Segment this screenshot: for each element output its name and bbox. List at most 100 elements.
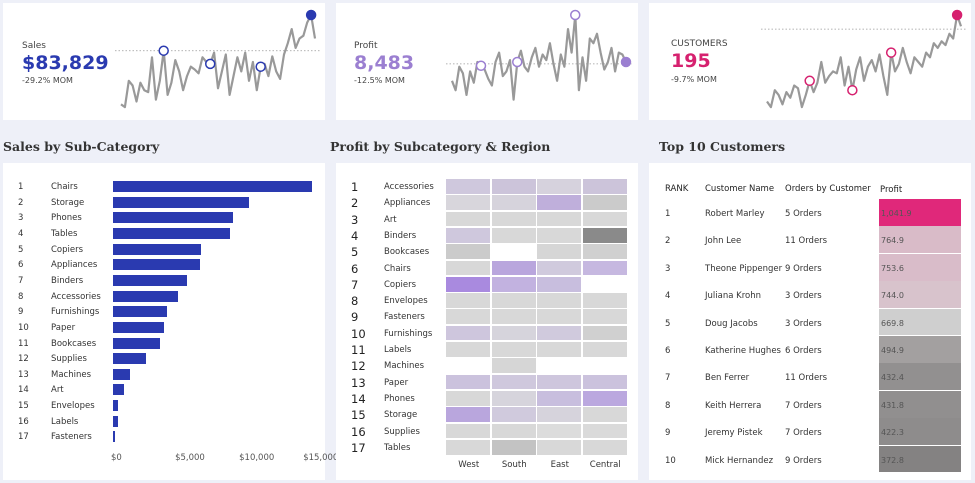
bar xyxy=(113,368,130,380)
profit-value: 432.4 xyxy=(881,373,904,383)
heatmap-cell xyxy=(491,439,536,455)
heatmap-cell xyxy=(537,244,581,259)
kpi-card-customers: CUSTOMERS 195 -9.7% MOM xyxy=(649,3,971,120)
bar-category-label: Machines xyxy=(51,369,92,380)
kpi-mom: -9.7% MOM xyxy=(671,75,717,84)
heatmap-cell xyxy=(446,227,490,243)
kpi-sparkline xyxy=(761,9,967,109)
heatmap-cell xyxy=(446,309,490,325)
customer-orders: 9 Orders xyxy=(785,455,822,466)
bar xyxy=(113,259,201,271)
heatmap-row-label: Appliances xyxy=(384,198,431,209)
bar xyxy=(113,290,179,302)
bar-rank: 17 xyxy=(18,432,29,443)
customer-rank: 4 xyxy=(665,291,671,302)
customer-orders: 6 Orders xyxy=(785,346,822,356)
heatmap-rank: 1 xyxy=(351,180,359,194)
heatmap-cell xyxy=(537,423,581,439)
bar-category-label: Fasteners xyxy=(51,432,92,443)
kpi-sparkline xyxy=(115,9,321,109)
customer-rank: 5 xyxy=(665,318,671,329)
customer-rank: 1 xyxy=(665,209,671,219)
x-axis-tick: $10,000 xyxy=(239,453,275,463)
bar-rank: 15 xyxy=(18,401,29,412)
bar xyxy=(113,384,124,396)
heatmap-cell xyxy=(582,211,627,227)
heatmap-cell xyxy=(491,358,536,374)
heatmap-cell xyxy=(582,293,627,308)
heatmap-row-label: Fasteners xyxy=(384,312,425,323)
bar xyxy=(113,181,312,192)
sparkline-marker xyxy=(512,56,523,68)
profit-value: 744.0 xyxy=(881,291,904,301)
x-axis-tick: $0 xyxy=(111,453,122,463)
bar-rank: 2 xyxy=(18,197,24,208)
heatmap-cell xyxy=(491,195,536,211)
heatmap-row-label: Art xyxy=(384,214,397,225)
top-customers-title: Top 10 Customers xyxy=(659,139,786,154)
heatmap-rank: 17 xyxy=(351,440,366,455)
kpi-value: $83,829 xyxy=(22,52,109,74)
bar-category-label: Accessories xyxy=(51,291,101,302)
sparkline-marker xyxy=(620,56,632,68)
heatmap-row-label: Chairs xyxy=(384,263,411,274)
kpi-mom: -12.5% MOM xyxy=(354,76,405,85)
heatmap-row-label: Supplies xyxy=(384,426,420,437)
heatmap-rank: 13 xyxy=(351,375,366,390)
sparkline-marker xyxy=(885,47,897,58)
heatmap-cell xyxy=(446,244,490,259)
heatmap-cell xyxy=(446,293,490,308)
heatmap-cell xyxy=(582,358,627,374)
heatmap-column-label: Central xyxy=(589,460,621,470)
heatmap-rank: 14 xyxy=(351,391,366,406)
heatmap-cell xyxy=(491,211,536,227)
bar-category-label: Paper xyxy=(51,322,76,333)
heatmap-cell xyxy=(446,423,490,439)
heatmap-rank: 12 xyxy=(351,359,366,374)
heatmap-cell xyxy=(491,179,536,194)
customer-orders: 7 Orders xyxy=(785,428,822,439)
x-axis-tick: $15,000 xyxy=(303,453,339,463)
customer-orders: 3 Orders xyxy=(785,291,822,302)
kpi-label: Profit xyxy=(354,41,378,51)
heatmap-cell xyxy=(491,227,536,243)
bar-category-label: Storage xyxy=(51,197,85,208)
heatmap-cell xyxy=(537,390,581,406)
bar xyxy=(113,196,249,208)
customer-rank: 3 xyxy=(665,263,671,274)
heatmap-cell xyxy=(491,276,536,292)
bar xyxy=(113,431,115,443)
profit-value: 753.6 xyxy=(881,263,904,273)
heatmap-cell xyxy=(446,179,490,194)
sparkline-marker xyxy=(158,45,169,56)
sparkline-marker xyxy=(475,60,487,72)
bar xyxy=(113,400,119,412)
heatmap-cell xyxy=(582,309,627,325)
heatmap-cell xyxy=(491,390,536,406)
bar-rank: 13 xyxy=(18,369,29,380)
heatmap-rank: 7 xyxy=(351,277,359,292)
bar-category-label: Tables xyxy=(51,228,78,239)
customer-rank: 2 xyxy=(665,236,671,247)
heatmap-cell xyxy=(537,325,581,341)
bar-rank: 11 xyxy=(18,338,29,349)
heatmap-cell xyxy=(537,227,581,243)
customer-rank: 9 xyxy=(665,428,671,439)
sparkline-marker xyxy=(255,61,266,72)
profit-value: 431.8 xyxy=(881,400,904,410)
sparkline-marker xyxy=(951,9,963,21)
heatmap-rank: 10 xyxy=(351,326,366,341)
bar-rank: 14 xyxy=(18,385,29,396)
kpi-card-sales: Sales $83,829 -29.2% MOM xyxy=(3,3,325,120)
heatmap-cell xyxy=(582,390,627,406)
bar-rank: 12 xyxy=(18,354,29,365)
profit-value: 422.3 xyxy=(881,428,904,438)
profit-value: 764.9 xyxy=(881,236,904,246)
heatmap-row-label: Labels xyxy=(384,345,412,355)
col-header-customer: Customer Name xyxy=(705,184,775,194)
heatmap-cell xyxy=(446,358,490,374)
bar xyxy=(113,274,188,286)
bar-rank: 1 xyxy=(18,182,24,192)
bar-category-label: Labels xyxy=(51,416,79,427)
col-header-orders: Orders by Customer xyxy=(785,184,871,194)
